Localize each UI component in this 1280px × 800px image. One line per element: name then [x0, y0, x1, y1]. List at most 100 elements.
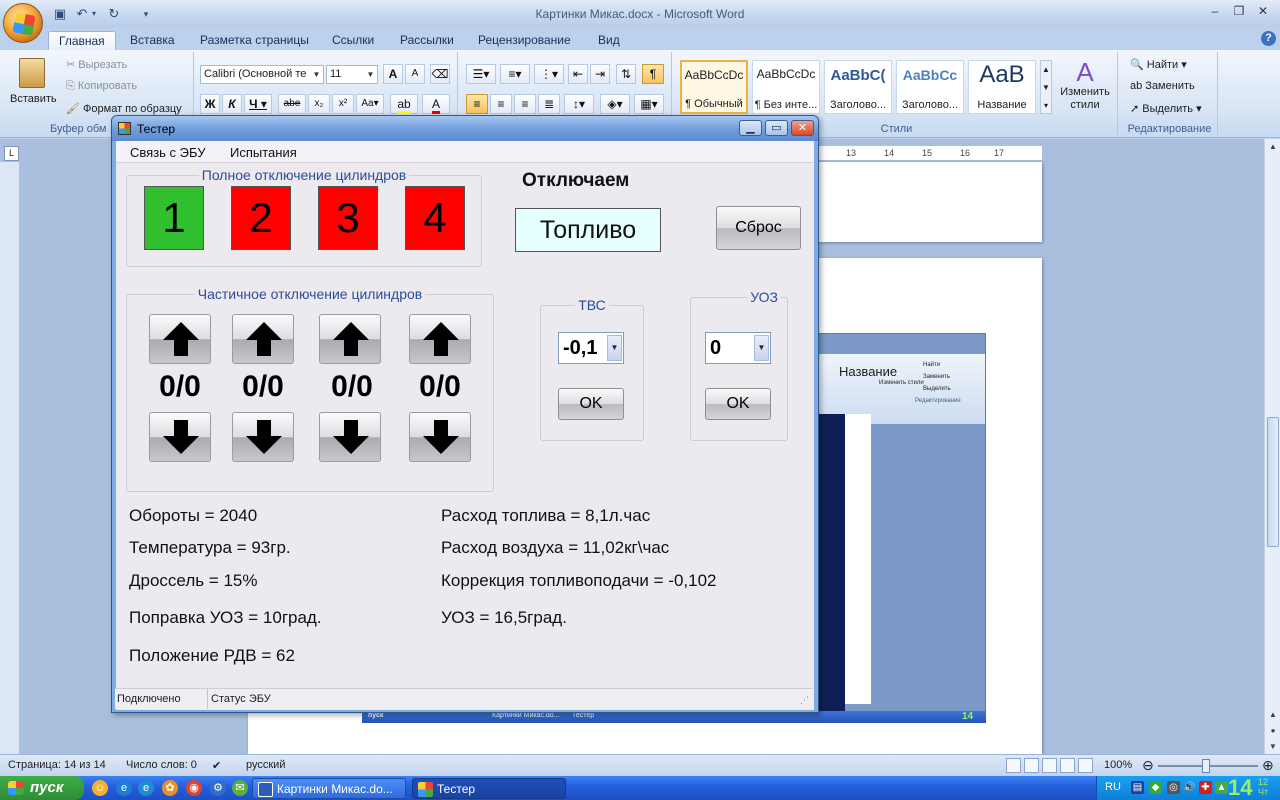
quicklaunch-player-icon[interactable]: ✿	[162, 780, 178, 796]
cylinder-1-decrease-button[interactable]	[149, 412, 211, 462]
tab-page-layout[interactable]: Разметка страницы	[190, 31, 319, 50]
zoom-in-icon[interactable]: ⊕	[1262, 757, 1274, 774]
multilevel-list-icon[interactable]: ⋮▾	[534, 64, 564, 84]
copy-button[interactable]: ⎘ Копировать	[66, 80, 137, 93]
cylinder-3-increase-button[interactable]	[319, 314, 381, 364]
cylinder-4-increase-button[interactable]	[409, 314, 471, 364]
zoom-out-icon[interactable]: ⊖	[1142, 757, 1154, 774]
borders-icon[interactable]: ▦▾	[634, 94, 664, 114]
font-name-combo[interactable]: Calibri (Основной те ▼	[200, 65, 324, 84]
vertical-scrollbar[interactable]: ▲ ▲ ● ▼	[1264, 139, 1280, 755]
cut-button[interactable]: ✂ Вырезать	[66, 58, 127, 71]
help-icon[interactable]: ?	[1261, 31, 1276, 46]
minimize-button[interactable]: –	[1204, 3, 1226, 20]
style-normal[interactable]: AaBbCcDc ¶ Обычный	[680, 60, 748, 114]
styles-scroll[interactable]: ▲ ▼ ▾	[1040, 60, 1052, 114]
bold-button[interactable]: Ж	[200, 94, 220, 114]
strikethrough-button[interactable]: abe	[278, 94, 306, 114]
resize-grip-icon[interactable]: ⋰	[800, 695, 809, 706]
taskbar-item-word[interactable]: Картинки Микас.do...	[252, 778, 406, 799]
page-count[interactable]: Страница: 14 из 14	[8, 759, 106, 771]
chrome-icon[interactable]: ◉	[186, 780, 202, 796]
zoom-level[interactable]: 100%	[1104, 759, 1132, 771]
cylinder-2-button[interactable]: 2	[231, 186, 291, 250]
style-no-spacing[interactable]: AaBbCcDc ¶ Без инте...	[752, 60, 820, 114]
tab-home[interactable]: Главная	[48, 31, 116, 50]
tab-mailings[interactable]: Рассылки	[390, 31, 464, 50]
style-title[interactable]: AaB Название	[968, 60, 1036, 114]
underline-button[interactable]: Ч ▾	[244, 94, 272, 114]
internet-explorer-icon[interactable]: e	[116, 780, 132, 796]
find-button[interactable]: 🔍 Найти ▾	[1130, 58, 1187, 71]
menu-ecu-connection[interactable]: Связь с ЭБУ	[130, 145, 205, 160]
italic-button[interactable]: К	[222, 94, 242, 114]
horizontal-ruler[interactable]: 13 14 15 16 17	[818, 146, 1042, 161]
align-right-icon[interactable]: ≡	[514, 94, 536, 114]
tray-app-icon[interactable]: ◆	[1149, 781, 1162, 794]
cylinder-4-decrease-button[interactable]	[409, 412, 471, 462]
format-painter-button[interactable]: 🖌 Формат по образцу	[66, 102, 182, 115]
style-heading-1[interactable]: AaBbC( Заголово...	[824, 60, 892, 114]
tab-selector[interactable]: L	[4, 146, 19, 161]
superscript-button[interactable]: x²	[332, 94, 354, 114]
numbering-icon[interactable]: ≡▾	[500, 64, 530, 84]
tray-cd-icon[interactable]: ◎	[1167, 781, 1180, 794]
tab-view[interactable]: Вид	[588, 31, 630, 50]
align-left-icon[interactable]: ≡	[466, 94, 488, 114]
show-marks-icon[interactable]: ¶	[642, 64, 664, 84]
sort-icon[interactable]: ⇅	[616, 64, 636, 84]
next-page-icon[interactable]: ▼	[1265, 739, 1280, 755]
uoz-ok-button[interactable]: OK	[705, 388, 771, 420]
quicklaunch-mail-icon[interactable]: ✉	[232, 780, 248, 796]
office-button[interactable]	[3, 3, 43, 43]
language-indicator[interactable]: RU	[1105, 781, 1121, 793]
cylinder-2-decrease-button[interactable]	[232, 412, 294, 462]
quicklaunch-ie-icon[interactable]: e	[138, 780, 154, 796]
language-status[interactable]: русский	[246, 759, 285, 771]
reset-button[interactable]: Сброс	[716, 206, 801, 250]
cylinder-1-increase-button[interactable]	[149, 314, 211, 364]
uoz-select[interactable]: 0 ▼	[705, 332, 771, 364]
align-center-icon[interactable]: ≡	[490, 94, 512, 114]
highlight-icon[interactable]: ab	[390, 94, 418, 114]
tab-references[interactable]: Ссылки	[322, 31, 384, 50]
outline-view-icon[interactable]	[1060, 758, 1075, 773]
scroll-thumb[interactable]	[1267, 417, 1279, 547]
decrease-indent-icon[interactable]: ⇤	[568, 64, 588, 84]
shrink-font-button[interactable]: A	[405, 64, 425, 84]
increase-indent-icon[interactable]: ⇥	[590, 64, 610, 84]
volume-icon[interactable]: 🔊	[1183, 781, 1196, 794]
maximize-button[interactable]: ▭	[765, 120, 788, 136]
change-case-button[interactable]: Aa▾	[356, 94, 384, 114]
select-button[interactable]: ➚ Выделить ▾	[1130, 102, 1202, 115]
full-screen-view-icon[interactable]	[1024, 758, 1039, 773]
justify-icon[interactable]: ≣	[538, 94, 560, 114]
draft-view-icon[interactable]	[1078, 758, 1093, 773]
font-color-icon[interactable]: A	[422, 94, 450, 114]
quicklaunch-tool-icon[interactable]: ⚙	[210, 780, 226, 796]
clock-minutes[interactable]: 12 Чт	[1258, 777, 1268, 797]
minimize-button[interactable]: ▁	[739, 120, 762, 136]
clear-format-icon[interactable]: ⌫	[430, 64, 450, 84]
shading-icon[interactable]: ◈▾	[600, 94, 630, 114]
taskbar-item-tester[interactable]: Тестер	[412, 778, 566, 799]
grow-font-button[interactable]: A	[383, 64, 403, 84]
tvs-select[interactable]: -0,1 ▼	[558, 332, 624, 364]
start-button[interactable]: пуск	[0, 776, 84, 800]
close-button[interactable]: ✕	[791, 120, 814, 136]
prev-page-icon[interactable]: ▲	[1265, 707, 1280, 723]
cylinder-2-increase-button[interactable]	[232, 314, 294, 364]
tray-network-icon[interactable]: ▤	[1131, 781, 1144, 794]
cylinder-4-button[interactable]: 4	[405, 186, 465, 250]
tester-title-bar[interactable]: Тестер ▁ ▭ ✕	[112, 116, 818, 141]
quicklaunch-app-icon[interactable]: ☺	[92, 780, 108, 796]
tray-antivirus-icon[interactable]: ✚	[1199, 781, 1212, 794]
bullets-icon[interactable]: ☰▾	[466, 64, 496, 84]
print-layout-view-icon[interactable]	[1006, 758, 1021, 773]
spellcheck-icon[interactable]: ✔	[212, 759, 221, 772]
word-count[interactable]: Число слов: 0	[126, 759, 197, 771]
zoom-slider-thumb[interactable]	[1202, 759, 1210, 773]
browse-object-icon[interactable]: ●	[1265, 723, 1280, 739]
replace-button[interactable]: ab Заменить	[1130, 80, 1195, 92]
cylinder-3-decrease-button[interactable]	[319, 412, 381, 462]
